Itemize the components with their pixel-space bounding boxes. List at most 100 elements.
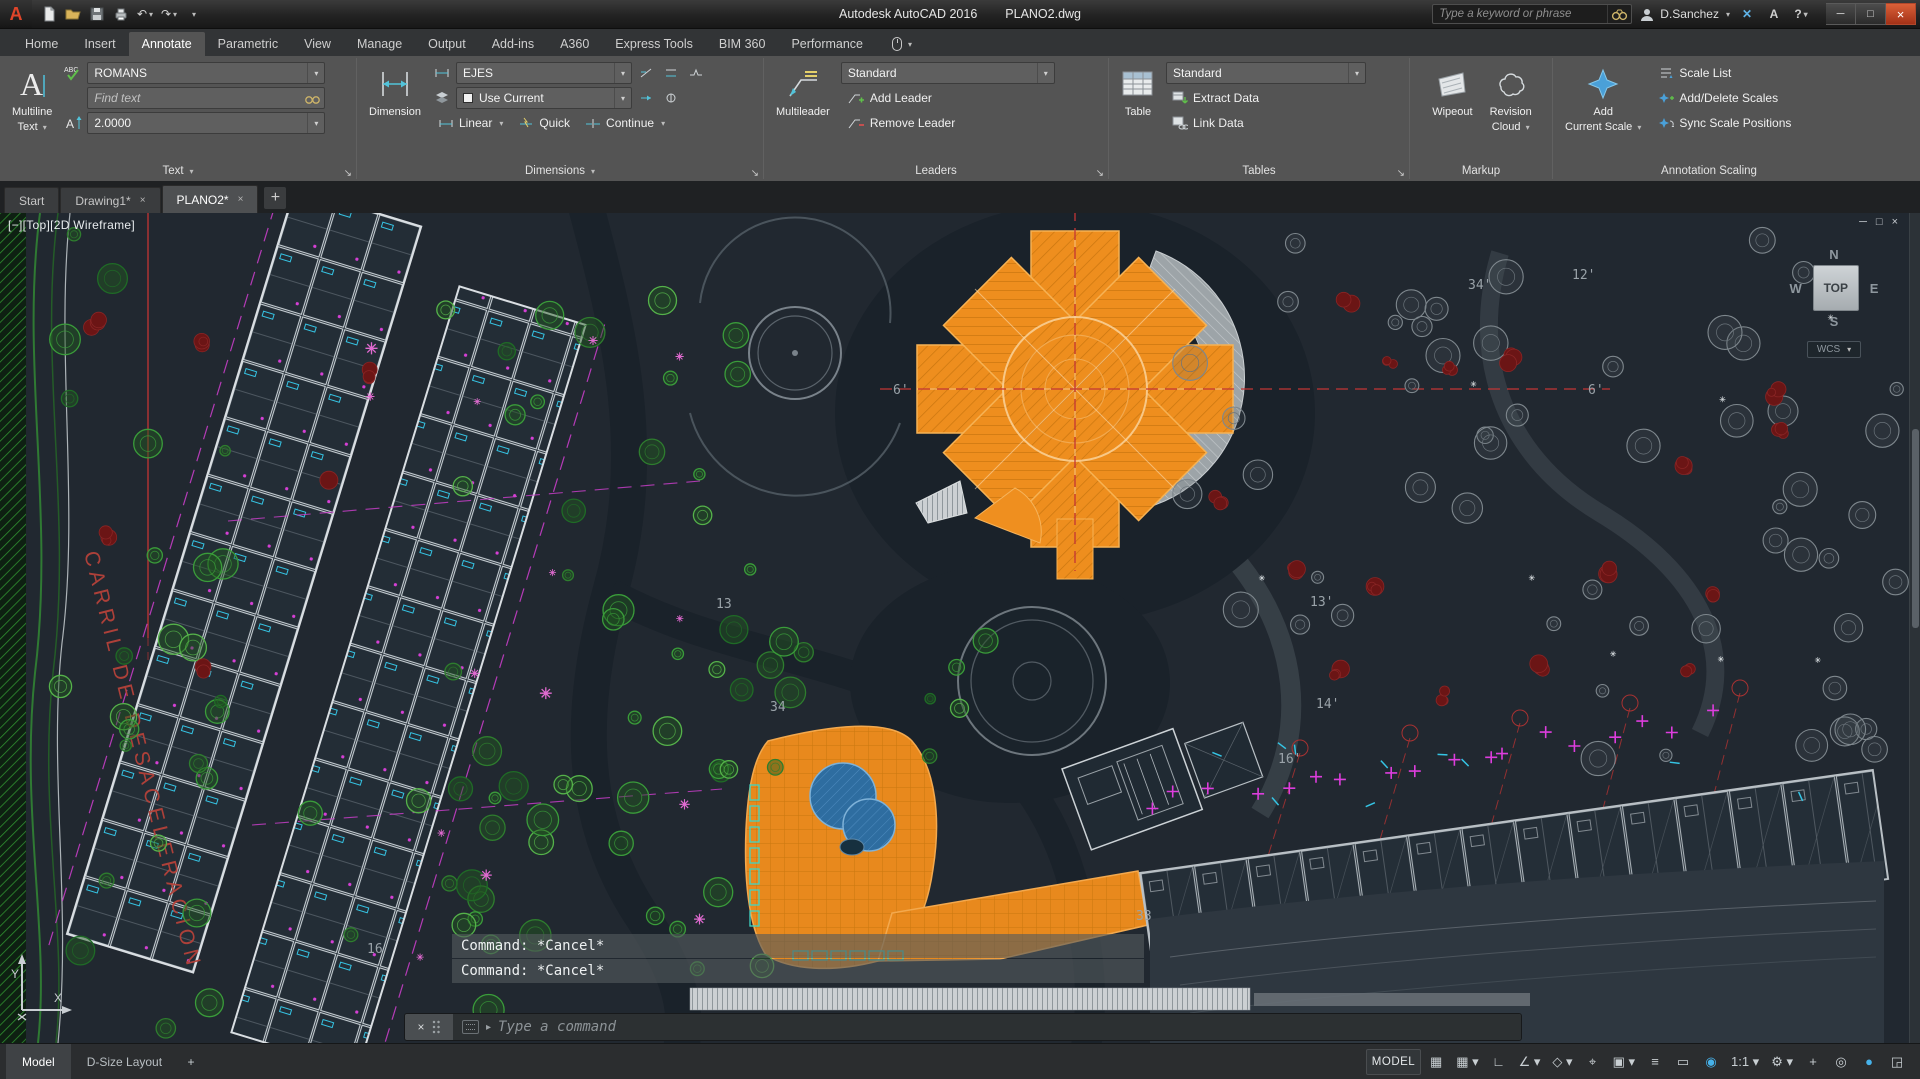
restore-button[interactable]: □ <box>1856 3 1886 25</box>
quick-dimension-button[interactable]: Quick <box>512 112 576 134</box>
clean-screen-toggle[interactable]: ◲ <box>1884 1049 1910 1075</box>
dialog-launcher-icon[interactable]: ↘ <box>751 168 759 179</box>
customize-command-icon[interactable] <box>462 1020 479 1034</box>
close-tab-icon[interactable]: × <box>238 194 244 205</box>
open-file-button[interactable] <box>62 3 84 25</box>
command-line-grip[interactable]: × <box>405 1014 453 1040</box>
search-button[interactable] <box>1607 5 1631 23</box>
save-button[interactable] <box>86 3 108 25</box>
wipeout-button[interactable]: Wipeout <box>1426 62 1478 121</box>
text-style-combo[interactable]: ROMANS▾ <box>87 62 325 84</box>
tab-performance[interactable]: Performance <box>778 32 876 56</box>
panel-footer-leaders[interactable]: Leaders ↘ <box>764 161 1108 181</box>
exchange-apps-icon[interactable]: A <box>1764 4 1784 24</box>
model-tab[interactable]: Model <box>6 1044 71 1079</box>
drawing-canvas[interactable]: CARRIL DE DESACELERACION 12' 34' 6' 6' 1… <box>0 213 1920 1043</box>
reassociate-button[interactable] <box>660 88 682 108</box>
customize-qat-button[interactable]: ▾ <box>182 3 204 25</box>
add-leader-button[interactable]: Add Leader <box>841 87 1104 109</box>
linear-dimension-button[interactable]: Linear▾ <box>432 112 509 134</box>
command-input[interactable] <box>498 1019 1512 1035</box>
annotation-visibility-toggle[interactable]: ◉ <box>1698 1049 1724 1075</box>
search-input[interactable] <box>1433 8 1607 20</box>
new-drawing-tab-button[interactable]: + <box>264 187 286 209</box>
multileader-button[interactable]: Multileader <box>770 62 836 121</box>
panel-footer-tables[interactable]: Tables ↘ <box>1109 161 1409 181</box>
dialog-launcher-icon[interactable]: ↘ <box>1096 168 1104 179</box>
isometric-drafting-toggle[interactable]: ◇ ▾ <box>1547 1049 1577 1075</box>
panel-footer-annotation-scaling[interactable]: Annotation Scaling <box>1553 161 1865 181</box>
find-text-button[interactable] <box>300 88 324 108</box>
layout-tab-dsize[interactable]: D-Size Layout <box>71 1044 178 1079</box>
tab-insert[interactable]: Insert <box>71 32 128 56</box>
hardware-acceleration-toggle[interactable]: ● <box>1856 1049 1882 1075</box>
dimension-button[interactable]: Dimension <box>363 62 427 121</box>
tab-output[interactable]: Output <box>415 32 479 56</box>
viewport-vertical-scrollbar[interactable] <box>1909 213 1920 1043</box>
continue-dimension-button[interactable]: Continue▾ <box>579 112 671 134</box>
panel-footer-text[interactable]: Text▾ ↘ <box>0 161 356 181</box>
text-height-combo[interactable]: 2.0000▾ <box>87 112 325 134</box>
viewport-restore-icon[interactable]: □ <box>1876 216 1883 228</box>
close-tab-icon[interactable]: × <box>140 195 146 206</box>
add-delete-scales-button[interactable]: Add/Delete Scales <box>1652 87 1861 109</box>
file-tab-drawing1[interactable]: Drawing1*× <box>60 187 160 213</box>
table-style-combo[interactable]: Standard▾ <box>1166 62 1366 84</box>
find-text-input[interactable] <box>88 91 300 105</box>
tab-addins[interactable]: Add-ins <box>479 32 547 56</box>
scale-list-button[interactable]: Scale List <box>1652 62 1861 84</box>
tab-express-tools[interactable]: Express Tools <box>602 32 706 56</box>
ortho-mode-toggle[interactable]: ∟ <box>1486 1049 1512 1075</box>
dimension-layer-combo[interactable]: Use Current▾ <box>456 87 632 109</box>
annotation-monitor-toggle[interactable]: + <box>1800 1049 1826 1075</box>
file-tab-plano2[interactable]: PLANO2*× <box>162 185 259 213</box>
viewcube-south[interactable]: S <box>1778 314 1890 329</box>
selection-cycling-toggle[interactable]: ▭ <box>1670 1049 1696 1075</box>
dim-update-button[interactable] <box>635 88 657 108</box>
lineweight-toggle[interactable]: ≡ <box>1642 1049 1668 1075</box>
add-current-scale-button[interactable]: Add Current Scale ▾ <box>1559 62 1647 135</box>
new-file-button[interactable] <box>38 3 60 25</box>
link-data-button[interactable]: Link Data <box>1166 112 1405 134</box>
panel-footer-markup[interactable]: Markup <box>1410 161 1552 181</box>
tab-a360[interactable]: A360 <box>547 32 602 56</box>
tab-manage[interactable]: Manage <box>344 32 415 56</box>
multileader-style-combo[interactable]: Standard▾ <box>841 62 1055 84</box>
viewport-controls-label[interactable]: [−][Top][2D Wireframe] <box>8 218 135 232</box>
table-button[interactable]: Table <box>1115 62 1161 121</box>
close-button[interactable]: × <box>1886 3 1916 25</box>
polar-tracking-toggle[interactable]: ∠ ▾ <box>1514 1049 1546 1075</box>
isolate-objects-button[interactable]: ◎ <box>1828 1049 1854 1075</box>
tab-view[interactable]: View <box>291 32 344 56</box>
remove-leader-button[interactable]: Remove Leader <box>841 112 1104 134</box>
a360-sync-icon[interactable]: ✕ <box>1737 4 1757 24</box>
viewcube-top-face[interactable]: TOP <box>1813 265 1859 311</box>
object-snap-tracking-toggle[interactable]: ⌖ <box>1580 1049 1606 1075</box>
multiline-text-button[interactable]: A Multiline Text ▾ <box>6 62 58 135</box>
revision-cloud-button[interactable]: Revision Cloud ▾ <box>1484 62 1538 135</box>
help-button[interactable]: ?▾ <box>1791 4 1811 24</box>
file-tab-start[interactable]: Start <box>4 187 59 213</box>
minimize-button[interactable]: ─ <box>1826 3 1856 25</box>
redo-button[interactable]: ↷▾ <box>158 3 180 25</box>
viewcube-north[interactable]: N <box>1778 247 1890 262</box>
panel-footer-dimensions[interactable]: Dimensions▾ ↘ <box>357 161 763 181</box>
close-command-line-icon[interactable]: × <box>417 1020 424 1034</box>
snap-mode-toggle[interactable]: ▦ ▾ <box>1451 1049 1483 1075</box>
model-space-toggle[interactable]: MODEL <box>1366 1049 1421 1075</box>
application-menu-button[interactable]: A <box>0 0 32 28</box>
viewcube-east[interactable]: E <box>1870 281 1879 296</box>
dim-break-button[interactable] <box>635 63 657 83</box>
wcs-menu[interactable]: WCS▾ <box>1807 341 1861 358</box>
extract-data-button[interactable]: Extract Data <box>1166 87 1405 109</box>
jog-line-button[interactable] <box>685 63 707 83</box>
viewport-close-icon[interactable]: × <box>1892 216 1898 228</box>
recent-commands-icon[interactable]: ▸ <box>486 1022 491 1033</box>
sync-scale-positions-button[interactable]: Sync Scale Positions <box>1652 112 1861 134</box>
dialog-launcher-icon[interactable]: ↘ <box>1397 168 1405 179</box>
dimension-style-combo[interactable]: EJES▾ <box>456 62 632 84</box>
adjust-space-button[interactable] <box>660 63 682 83</box>
plot-button[interactable] <box>110 3 132 25</box>
tab-parametric[interactable]: Parametric <box>205 32 291 56</box>
viewcube-west[interactable]: W <box>1790 281 1802 296</box>
